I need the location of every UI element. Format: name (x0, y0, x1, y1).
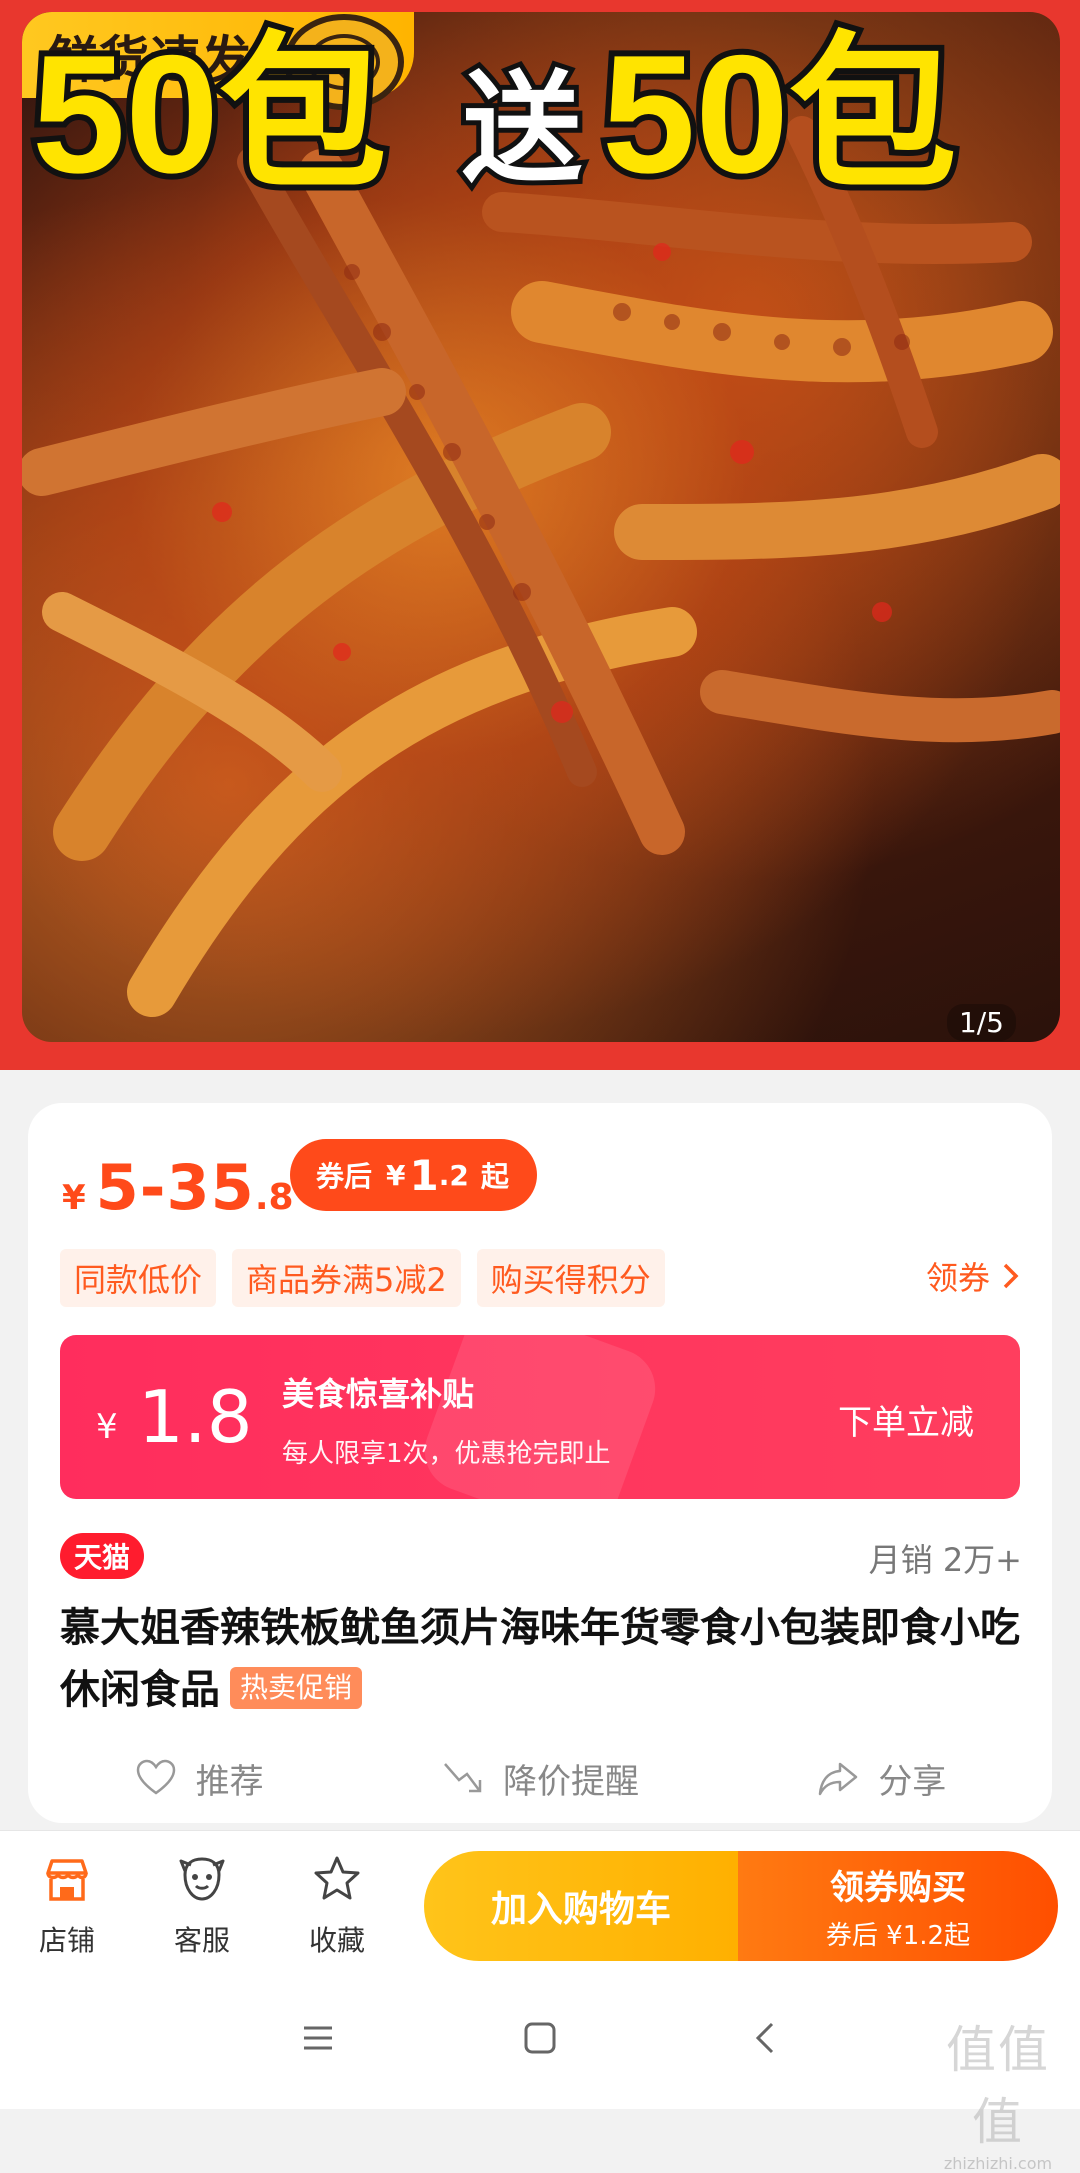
subsidy-description: 每人限享1次，优惠抢完即止 (282, 1439, 611, 1469)
bottom-action-bar: 店铺 客服 收藏 加入购物车 领券购买 券后 ¥1.2起 (0, 1830, 1080, 1978)
price-alert-button[interactable]: 降价提醒 (369, 1743, 710, 1813)
chip-same-low-price[interactable]: 同款低价 (60, 1249, 217, 1307)
hot-sale-tag: 热卖促销 (230, 1667, 363, 1709)
promo-mid: 送 (462, 62, 582, 196)
customer-service-button[interactable]: 客服 (147, 1853, 257, 1959)
favorite-label: 收藏 (308, 1924, 365, 1957)
price-range: ¥ 5-35 .8 (62, 1151, 294, 1224)
back-chevron-icon[interactable] (746, 2018, 786, 2058)
product-info-card: ¥ 5-35 .8 券后 ¥ 1 .2 起 同款低价 商品券满5减2 购买得积分… (28, 1103, 1052, 1823)
promo-slogan: 50包 送 50包 (26, 14, 963, 212)
subsidy-title: 美食惊喜补贴 (282, 1375, 475, 1413)
subsidy-currency: ¥ (96, 1407, 118, 1447)
share-icon (819, 1762, 858, 1796)
add-to-cart-button[interactable]: 加入购物车 (424, 1851, 738, 1961)
add-to-cart-label: 加入购物车 (490, 1889, 671, 1930)
tmall-badge: 天猫 (60, 1533, 145, 1579)
purchase-cta-group: 加入购物车 领券购买 券后 ¥1.2起 (424, 1851, 1058, 1961)
watermark-url: zhizhizhi.com (943, 2154, 1053, 2173)
store-button[interactable]: 店铺 (12, 1853, 122, 1959)
heart-icon (136, 1759, 175, 1795)
food-subsidy-banner[interactable]: ¥ 1.8 美食惊喜补贴 每人限享1次，优惠抢完即止 下单立减 (60, 1335, 1020, 1499)
share-button[interactable]: 分享 (711, 1743, 1052, 1813)
product-image[interactable]: 鲜货速发 50包 送 50包 1/5 (22, 12, 1060, 1042)
price-alert-label: 降价提醒 (502, 1761, 639, 1802)
promo-part1: 50包 (32, 20, 387, 208)
subsidy-amount: 1.8 (138, 1375, 253, 1459)
image-page-indicator: 1/5 (946, 1004, 1016, 1041)
promo-part2: 50包 (602, 20, 957, 208)
recommend-button[interactable]: 推荐 (28, 1743, 369, 1813)
trend-down-icon (444, 1763, 482, 1793)
store-icon (46, 1859, 88, 1901)
star-icon (314, 1856, 360, 1900)
product-image-gallery[interactable]: 鲜货速发 50包 送 50包 1/5 (0, 0, 1080, 1070)
subsidy-watermark-shape (413, 1335, 667, 1499)
customer-service-icon (179, 1857, 225, 1901)
price-range-main: 5-35 (95, 1151, 255, 1224)
monthly-sales: 月销 2万+ (868, 1541, 1022, 1579)
share-label: 分享 (878, 1761, 947, 1802)
get-coupon-link[interactable]: 领券 (926, 1253, 1022, 1299)
recommend-label: 推荐 (195, 1761, 264, 1802)
currency-symbol: ¥ (62, 1178, 86, 1218)
promo-chips: 同款低价 商品券满5减2 购买得积分 (60, 1249, 665, 1307)
coupon-buy-label: 领券购买 (830, 1868, 966, 1908)
after-coupon-price-badge: 券后 ¥ 1 .2 起 (290, 1139, 537, 1211)
chevron-right-icon (1003, 1263, 1019, 1289)
product-title: 慕大姐香辣铁板鱿鱼须片海味年货零食小包装即食小吃休闲食品 热卖促销 (60, 1597, 1020, 1721)
after-coupon-currency: ¥ (386, 1158, 406, 1192)
after-coupon-int: 1 (409, 1150, 439, 1200)
after-coupon-label: 券后 (316, 1160, 373, 1193)
product-actions: 推荐 降价提醒 分享 (28, 1743, 1052, 1813)
chip-points[interactable]: 购买得积分 (476, 1249, 665, 1307)
price-range-decimal: .8 (254, 1177, 294, 1218)
home-square-icon[interactable] (520, 2018, 560, 2058)
watermark-logo-text: 值值值 (946, 2021, 1050, 2151)
system-navigation-bar (0, 1978, 1080, 2109)
favorite-button[interactable]: 收藏 (282, 1853, 392, 1959)
customer-service-label: 客服 (173, 1924, 230, 1957)
site-watermark: 值值值 zhizhizhi.com (928, 2010, 1068, 2173)
product-title-text: 慕大姐香辣铁板鱿鱼须片海味年货零食小包装即食小吃休闲食品 (60, 1605, 1020, 1713)
store-label: 店铺 (38, 1924, 95, 1957)
menu-icon[interactable] (298, 2018, 338, 2058)
chip-coupon[interactable]: 商品券满5减2 (232, 1249, 461, 1307)
get-coupon-label: 领券 (925, 1259, 990, 1297)
after-coupon-suffix: 起 (480, 1160, 509, 1193)
subsidy-action: 下单立减 (838, 1403, 974, 1443)
coupon-buy-price: 券后 ¥1.2起 (825, 1921, 971, 1951)
coupon-buy-button[interactable]: 领券购买 券后 ¥1.2起 (738, 1851, 1058, 1961)
after-coupon-dec: .2 (438, 1158, 469, 1192)
